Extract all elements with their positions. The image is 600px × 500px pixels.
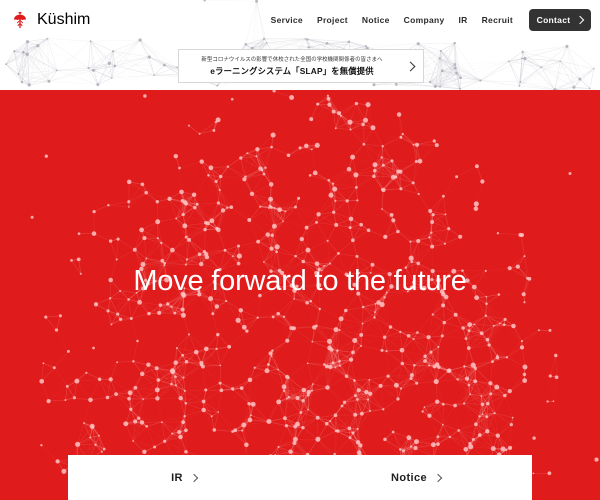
nav-item-company[interactable]: Company	[404, 15, 445, 25]
nav-item-service[interactable]: Service	[271, 15, 303, 25]
nav-item-recruit[interactable]: Recruit	[482, 15, 513, 25]
chevron-right-icon	[405, 61, 415, 71]
chevron-right-icon	[189, 473, 199, 482]
nav-item-project[interactable]: Project	[317, 15, 348, 25]
chevron-right-icon	[576, 15, 585, 25]
panel-link-notice-label: Notice	[390, 471, 428, 484]
hero-section: Move forward to the future	[0, 90, 600, 500]
announcement-line-2: eラーニングシステム「SLAP」を無償提供	[210, 65, 374, 76]
top-navigation-bar: Küshim Service Project Notice Company IR…	[0, 0, 600, 40]
panel-link-notice[interactable]: Notice	[300, 455, 532, 500]
announcement-banner[interactable]: 新型コロナウイルスの影響で休校された全国の学校機関関係者の皆さまへ eラーニング…	[178, 49, 424, 83]
header-zone: Küshim Service Project Notice Company IR…	[0, 0, 600, 90]
bottom-links-panel: IR Notice	[68, 455, 532, 500]
main-navigation: Service Project Notice Company IR Recrui…	[271, 9, 600, 31]
nav-item-ir[interactable]: IR	[459, 15, 468, 25]
panel-link-ir[interactable]: IR	[68, 455, 300, 500]
contact-button[interactable]: Contact	[529, 9, 591, 31]
nav-item-notice[interactable]: Notice	[362, 15, 390, 25]
brand-logo[interactable]: Küshim	[10, 10, 90, 30]
contact-button-label: Contact	[536, 15, 571, 25]
chevron-right-icon	[433, 473, 443, 482]
announcement-line-1: 新型コロナウイルスの影響で休校された全国の学校機関関係者の皆さまへ	[201, 56, 383, 63]
brand-name: Küshim	[37, 11, 91, 28]
kushim-fan-logo-icon	[14, 11, 26, 29]
hero-title: Move forward to the future	[133, 265, 467, 297]
panel-link-ir-label: IR	[171, 471, 183, 484]
announcement-banner-text: 新型コロナウイルスの影響で休校された全国の学校機関関係者の皆さまへ eラーニング…	[179, 56, 397, 77]
page-root: Küshim Service Project Notice Company IR…	[0, 0, 600, 500]
announcement-banner-arrow	[397, 61, 423, 71]
